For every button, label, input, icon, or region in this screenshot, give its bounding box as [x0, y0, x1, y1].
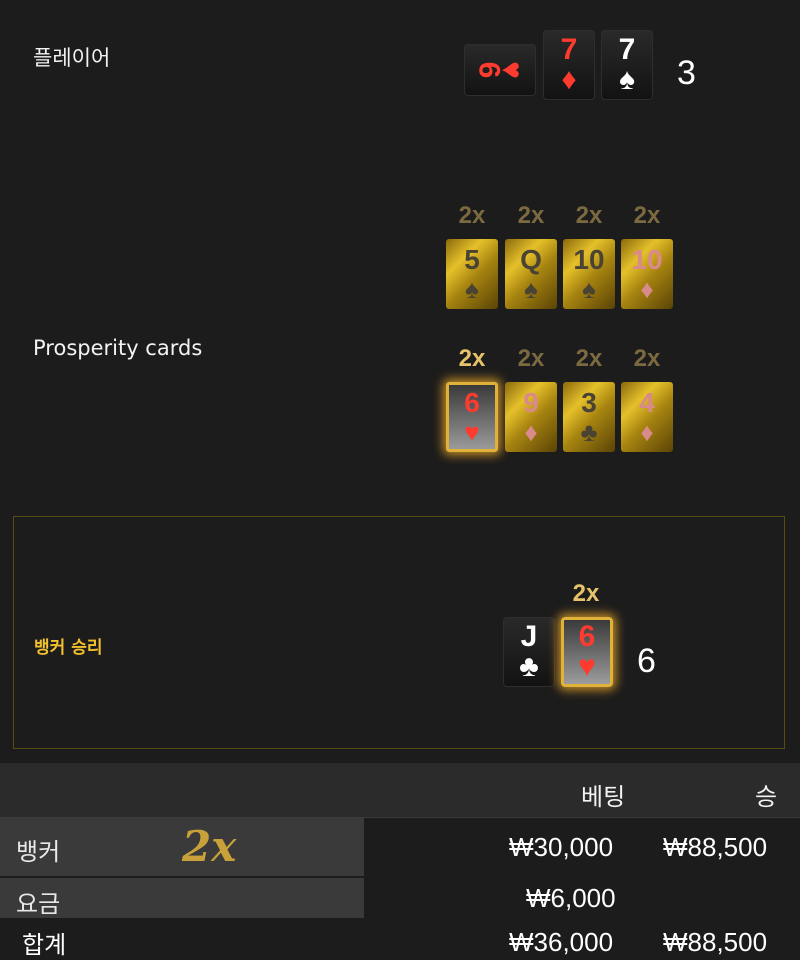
spade-suit-icon: ♠ — [524, 274, 538, 304]
card-rank: Q — [520, 244, 542, 275]
row-label-fee: 요금 — [16, 890, 61, 918]
card-rank: 4 — [639, 387, 655, 418]
bet-summary-table: 베팅 승 뱅커 2x ₩30,000 ₩88,500 요금 ₩6,000 합계 … — [0, 763, 800, 959]
banker-win-panel — [13, 516, 785, 749]
diamond-suit-icon: ♦ — [524, 417, 538, 447]
multiplier-label: 2x — [458, 202, 486, 229]
diamond-suit-icon: ♦ — [561, 63, 577, 96]
row-label-banker: 뱅커 — [16, 838, 61, 866]
prosperity-card: 4 ♦ — [621, 382, 673, 452]
player-card-2: 7 ♦ — [543, 30, 595, 100]
prosperity-card: 10 ♠ — [563, 239, 615, 309]
player-card-1: 6 ♥ — [464, 44, 536, 96]
spade-suit-icon: ♠ — [582, 274, 596, 304]
card-rank: 3 — [581, 387, 597, 418]
spade-suit-icon: ♠ — [465, 274, 479, 304]
bet-amount: ₩30,000 — [509, 832, 614, 862]
multiplier-badge: 2x — [182, 822, 237, 871]
card-rank: 7 — [560, 33, 578, 66]
diamond-suit-icon: ♦ — [640, 274, 654, 304]
prosperity-card-highlighted: 6 ♥ — [446, 382, 498, 452]
spade-suit-icon: ♠ — [619, 63, 635, 96]
win-amount: ₩88,500 — [663, 832, 768, 862]
prosperity-card: 5 ♠ — [446, 239, 498, 309]
card-rank: 5 — [464, 244, 480, 275]
club-suit-icon: ♣ — [519, 650, 539, 683]
multiplier-label: 2x — [633, 202, 661, 229]
card-rank: 9 — [523, 387, 539, 418]
prosperity-card: 9 ♦ — [505, 382, 557, 452]
bet-amount: ₩6,000 — [526, 883, 616, 913]
card-rank: 7 — [618, 33, 636, 66]
banker-card-1: J ♣ — [503, 617, 555, 687]
banker-card-2: 6 ♥ — [561, 617, 613, 687]
heart-suit-icon: ♥ — [464, 417, 480, 447]
multiplier-label: 2x — [517, 345, 545, 372]
bet-amount: ₩36,000 — [509, 927, 614, 957]
banker-total: 6 — [637, 642, 656, 680]
multiplier-label: 2x — [575, 345, 603, 372]
card-rank: J — [520, 620, 538, 653]
multiplier-label: 2x — [633, 345, 661, 372]
prosperity-label: Prosperity cards — [33, 336, 203, 360]
card-rank: 10 — [631, 244, 663, 275]
multiplier-label: 2x — [572, 580, 600, 607]
heart-suit-icon: ♥ — [495, 61, 529, 79]
card-rank: 10 — [573, 244, 605, 275]
diamond-suit-icon: ♦ — [640, 417, 654, 447]
multiplier-label: 2x — [458, 345, 486, 372]
win-column-header: 승 — [755, 784, 778, 811]
table-row-label: 요금 — [0, 878, 364, 918]
win-amount: ₩88,500 — [663, 927, 768, 957]
prosperity-card: Q ♠ — [505, 239, 557, 309]
player-label: 플레이어 — [33, 46, 111, 70]
club-suit-icon: ♣ — [580, 417, 598, 447]
banker-win-label: 뱅커 승리 — [34, 638, 103, 658]
card-rank: 6 — [578, 620, 596, 653]
table-row-label: 뱅커 2x — [0, 818, 364, 876]
multiplier-label: 2x — [575, 202, 603, 229]
card-rank: 6 — [464, 387, 480, 418]
player-total: 3 — [677, 54, 696, 92]
bet-column-header: 베팅 — [581, 784, 626, 811]
prosperity-card: 10 ♦ — [621, 239, 673, 309]
table-header: 베팅 승 — [0, 763, 800, 818]
prosperity-card: 3 ♣ — [563, 382, 615, 452]
heart-suit-icon: ♥ — [578, 650, 596, 683]
row-label-total: 합계 — [22, 932, 67, 959]
player-card-3: 7 ♠ — [601, 30, 653, 100]
multiplier-label: 2x — [517, 202, 545, 229]
